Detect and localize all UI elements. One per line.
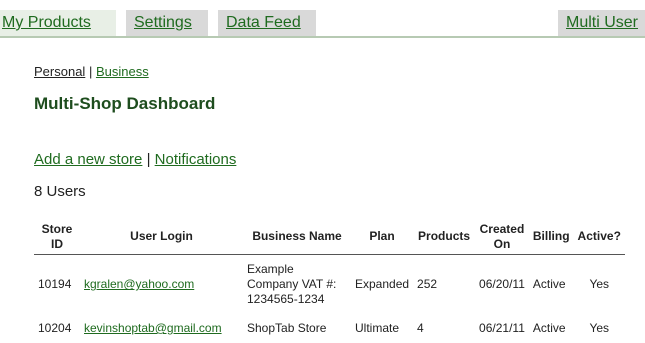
column-header-products: Products: [413, 219, 476, 255]
column-header-billing: Billing: [528, 219, 574, 255]
cell-products: 252: [417, 277, 438, 292]
cell-billing: Active: [532, 277, 566, 292]
table-row: 10194 kgralen@yahoo.com Example Company …: [34, 255, 625, 315]
business-name-line: Example: [247, 262, 294, 277]
cell-plan: Expanded: [355, 277, 410, 292]
user-count: 8 Users: [34, 183, 86, 200]
toggle-separator: |: [88, 64, 93, 79]
cell-business-name: Example Company VAT #: 1234565-1234: [243, 255, 351, 315]
cell-user-login: kgralen@yahoo.com: [80, 255, 243, 315]
page-title: Multi-Shop Dashboard: [34, 94, 216, 113]
column-header-plan: Plan: [351, 219, 414, 255]
column-header-created-on: Created On: [475, 219, 529, 255]
cell-store-id: 10194: [38, 277, 72, 292]
column-header-business-name: Business Name: [243, 219, 351, 255]
business-name-line: Company VAT #:: [247, 277, 337, 292]
tab-settings[interactable]: Settings: [126, 10, 208, 36]
cell-created-on: 06/20/11: [479, 277, 525, 292]
user-login-link[interactable]: kevinshoptab@gmail.com: [84, 321, 222, 335]
add-store-link[interactable]: Add a new store: [34, 151, 142, 168]
tab-bar: My Products Settings Data Feed Multi Use…: [0, 0, 645, 36]
links-separator: |: [146, 151, 151, 168]
tab-data-feed[interactable]: Data Feed: [218, 10, 316, 36]
column-header-active: Active?: [573, 219, 625, 255]
column-header-user-login: User Login: [80, 219, 243, 255]
column-header-store-id: Store ID: [34, 219, 80, 255]
tab-multi-user[interactable]: Multi User: [558, 10, 645, 36]
business-name-line: 1234565-1234: [247, 292, 325, 307]
cell-active: Yes: [589, 277, 610, 292]
users-table: Store ID User Login Business Name Plan P…: [34, 219, 625, 343]
user-login-link[interactable]: kgralen@yahoo.com: [84, 277, 194, 291]
account-type-toggle: Personal | Business: [34, 64, 149, 79]
table-header-row: Store ID User Login Business Name Plan P…: [34, 219, 625, 255]
personal-link[interactable]: Personal: [34, 64, 85, 79]
business-link[interactable]: Business: [96, 64, 149, 79]
action-links: Add a new store | Notifications: [34, 151, 236, 168]
tab-my-products[interactable]: My Products: [0, 10, 116, 36]
notifications-link[interactable]: Notifications: [155, 151, 237, 168]
